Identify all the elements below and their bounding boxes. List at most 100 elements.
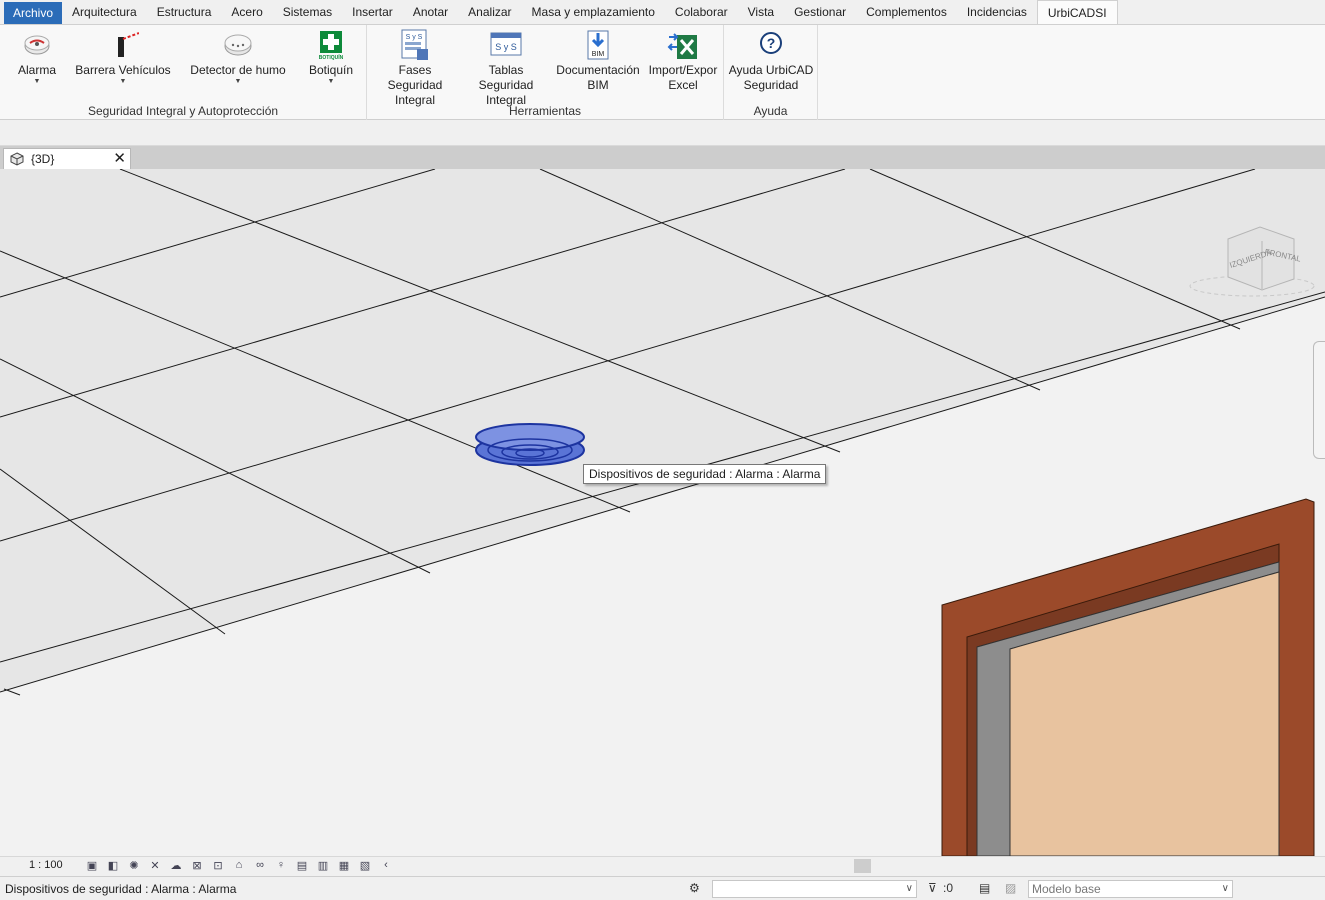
design-option-value: Modelo base: [1032, 882, 1101, 896]
detail-level-icon[interactable]: ▣: [84, 859, 100, 873]
tab-incidencias[interactable]: Incidencias: [957, 0, 1037, 24]
status-bar: Dispositivos de seguridad : Alarma : Ala…: [0, 876, 1325, 900]
tab-colaborar[interactable]: Colaborar: [665, 0, 738, 24]
alarma-label: Alarma: [17, 63, 56, 77]
bim-download-icon: BIM: [587, 30, 609, 60]
botiquin-label: Botiquín: [308, 63, 354, 77]
lock-3d-view-icon[interactable]: ⌂: [231, 859, 247, 873]
analytical-model-icon[interactable]: ▦: [336, 859, 352, 873]
view-scale[interactable]: 1 : 100: [29, 859, 63, 871]
tab-acero[interactable]: Acero: [221, 0, 272, 24]
sys-icon-text: S y S: [406, 34, 423, 41]
smoke-detector-icon: [224, 34, 252, 56]
schedule-table-icon: S y S: [490, 32, 522, 56]
reveal-hidden-icon[interactable]: ♀: [273, 859, 289, 873]
panel-seguridad-integral: Alarma ▼ Barrera Vehículos ▼ Detector de…: [0, 25, 367, 121]
doc-label-line2: BIM: [587, 78, 609, 92]
worksets-icon[interactable]: ⚙: [689, 881, 700, 895]
barrera-label: Barrera Vehículos: [75, 63, 171, 77]
show-crop-region-icon[interactable]: ⊡: [210, 859, 226, 873]
chevron-down-icon: ∨: [905, 883, 913, 894]
help-question-icon: ?: [760, 32, 782, 54]
horizontal-scrollbar-thumb[interactable]: [854, 859, 871, 873]
shadows-icon[interactable]: ✕: [147, 859, 163, 873]
door[interactable]: [941, 498, 1315, 856]
design-option-dropdown[interactable]: Modelo base ∨: [1028, 880, 1233, 898]
dropdown-arrow-icon: ▼: [119, 78, 127, 85]
excel-label-line1: Import/Expor: [648, 63, 718, 77]
workset-dropdown[interactable]: ∨: [712, 880, 917, 898]
ayuda-urbicad-button[interactable]: ? Ayuda UrbiCAD Seguridad: [726, 29, 816, 93]
alarm-device[interactable]: [475, 423, 585, 466]
tab-anotar[interactable]: Anotar: [403, 0, 458, 24]
worksharing-icon[interactable]: ▥: [315, 859, 331, 873]
tab-vista[interactable]: Vista: [738, 0, 784, 24]
element-tooltip: Dispositivos de seguridad : Alarma : Ala…: [583, 464, 827, 484]
tab-arquitectura[interactable]: Arquitectura: [62, 0, 147, 24]
tab-insertar[interactable]: Insertar: [342, 0, 403, 24]
temporary-hide-icon[interactable]: ∞: [252, 859, 268, 873]
constraints-icon[interactable]: ▧: [357, 859, 373, 873]
ribbon-tab-bar: Archivo Arquitectura Estructura Acero Si…: [0, 0, 1325, 25]
render-icon[interactable]: ☁: [168, 859, 184, 873]
ayuda-label-line1: Ayuda UrbiCAD: [728, 63, 814, 77]
dropdown-arrow-icon: ▼: [33, 78, 41, 85]
tab-urbicadsi[interactable]: UrbiCADSI: [1036, 0, 1118, 25]
panel-title-ayuda: Ayuda: [753, 104, 788, 118]
svg-text:?: ?: [767, 35, 776, 51]
selection-count: :0: [943, 881, 954, 895]
tab-complementos[interactable]: Complementos: [856, 0, 957, 24]
botiquin-icon-text: BOTIQUÍN: [319, 53, 344, 61]
3d-viewport[interactable]: IZQUIERDA FRONTAL Dispositivos de seguri…: [0, 169, 1325, 856]
barrera-vehiculos-button[interactable]: Barrera Vehículos ▼: [74, 29, 172, 86]
import-export-excel-button[interactable]: Import/Expor Excel: [645, 29, 721, 93]
panel-herramientas: S y S Fases Seguridad Integral S y S Tab…: [367, 25, 724, 121]
tab-sistemas[interactable]: Sistemas: [273, 0, 342, 24]
view-tab-3d[interactable]: {3D} ✕: [3, 148, 131, 169]
tablas-label-line1: Tablas Seguridad: [478, 63, 534, 92]
view-control-bar: 1 : 100 ▣ ◧ ✺ ✕ ☁ ⊠ ⊡ ⌂ ∞ ♀ ▤ ▥ ▦ ▧ ‹: [0, 856, 1325, 875]
options-bar: [0, 120, 1325, 146]
editable-only-icon[interactable]: ▨: [1005, 881, 1016, 895]
detector-humo-button[interactable]: Detector de humo ▼: [184, 29, 292, 86]
tablas-seguridad-button[interactable]: S y S Tablas Seguridad Integral: [461, 29, 551, 108]
fases-label-line1: Fases Seguridad: [387, 63, 443, 92]
view-tab-bar: {3D} ✕: [0, 146, 1325, 169]
detector-label: Detector de humo: [190, 63, 286, 77]
first-aid-kit-icon: BOTIQUÍN: [319, 31, 344, 61]
sys-table-icon-text: S y S: [495, 42, 517, 52]
panel-title-seguridad: Seguridad Integral y Autoprotección: [87, 104, 279, 118]
crop-view-icon[interactable]: ⊠: [189, 859, 205, 873]
temporary-properties-icon[interactable]: ▤: [294, 859, 310, 873]
revit-window: Archivo Arquitectura Estructura Acero Si…: [0, 0, 1325, 900]
tab-archivo[interactable]: Archivo: [4, 2, 63, 24]
visual-style-icon[interactable]: ◧: [105, 859, 121, 873]
phases-document-icon: S y S: [401, 29, 428, 60]
alarm-device-icon: [24, 35, 50, 55]
design-options-icon[interactable]: ▤: [979, 881, 990, 895]
ribbon: Alarma ▼ Barrera Vehículos ▼ Detector de…: [0, 24, 1325, 121]
excel-import-export-icon: [667, 33, 697, 59]
dropdown-arrow-icon: ▼: [234, 78, 242, 85]
close-icon[interactable]: ✕: [113, 150, 126, 167]
fases-seguridad-button[interactable]: S y S Fases Seguridad Integral: [370, 29, 460, 108]
botiquin-button[interactable]: BOTIQUÍN Botiquín ▼: [302, 29, 360, 86]
vehicle-barrier-icon: [118, 32, 139, 57]
alarma-button[interactable]: Alarma ▼: [12, 29, 62, 86]
tab-analizar[interactable]: Analizar: [458, 0, 521, 24]
tab-masa-emplazamiento[interactable]: Masa y emplazamiento: [522, 0, 665, 24]
ayuda-label-line2: Seguridad: [743, 78, 799, 92]
filter-icon[interactable]: ⊽: [928, 881, 937, 895]
tab-estructura[interactable]: Estructura: [147, 0, 222, 24]
panel-title-herramientas: Herramientas: [508, 104, 582, 118]
status-text: Dispositivos de seguridad : Alarma : Ala…: [5, 882, 237, 896]
sun-path-icon[interactable]: ✺: [126, 859, 142, 873]
collapse-arrow-icon[interactable]: ‹: [378, 859, 394, 873]
bim-icon-text: BIM: [592, 51, 605, 58]
navigation-bar-handle[interactable]: [1313, 341, 1325, 459]
tab-gestionar[interactable]: Gestionar: [784, 0, 856, 24]
3d-scene: IZQUIERDA FRONTAL: [0, 169, 1325, 856]
documentacion-bim-button[interactable]: BIM Documentación BIM: [553, 29, 643, 93]
chevron-down-icon: ∨: [1221, 883, 1229, 894]
view-tab-label: {3D}: [31, 152, 55, 166]
